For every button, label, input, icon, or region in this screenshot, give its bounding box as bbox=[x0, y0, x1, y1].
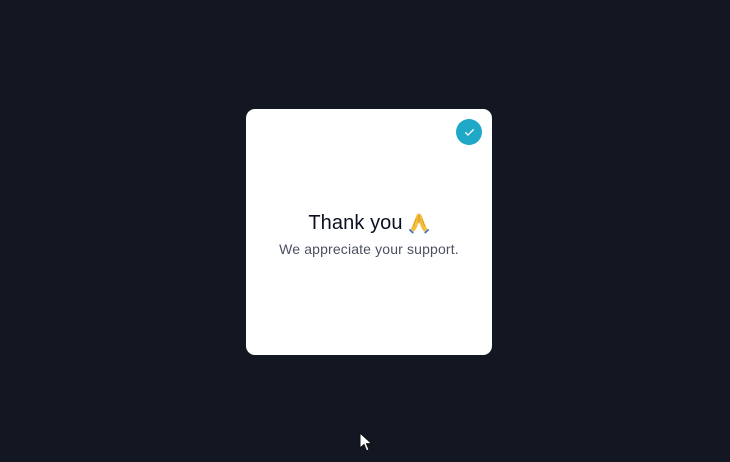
check-icon bbox=[463, 126, 476, 139]
page-title: Thank you bbox=[308, 212, 403, 234]
mouse-pointer-icon bbox=[359, 432, 373, 452]
success-badge bbox=[456, 119, 482, 145]
card-content: Thank you We appreciate your support. bbox=[246, 209, 492, 258]
title-row: Thank you bbox=[308, 209, 429, 237]
folded-hands-icon bbox=[408, 212, 430, 234]
support-message: We appreciate your support. bbox=[279, 241, 459, 257]
screen: Thank you We appreciate your support. bbox=[0, 0, 730, 462]
thank-you-card: Thank you We appreciate your support. bbox=[246, 109, 492, 355]
